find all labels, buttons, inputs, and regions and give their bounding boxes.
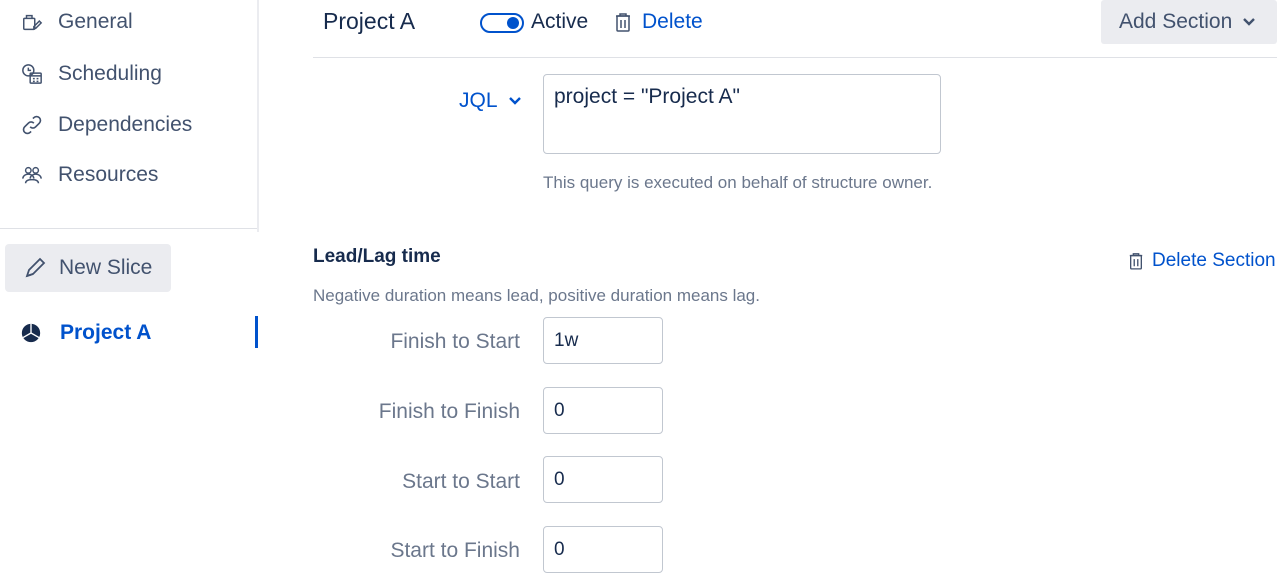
delete-slice-link[interactable]: Delete xyxy=(614,10,703,34)
chevron-down-icon xyxy=(1242,17,1256,27)
resources-icon xyxy=(20,163,44,187)
section-title: Lead/Lag time xyxy=(313,246,441,267)
active-toggle-label: Active xyxy=(531,10,589,33)
query-mode-dropdown[interactable]: JQL xyxy=(459,89,522,113)
header-divider xyxy=(313,57,1277,58)
slice-item-label: Project A xyxy=(60,321,152,344)
scheduling-icon xyxy=(20,62,44,86)
new-slice-label: New Slice xyxy=(59,256,153,279)
sidebar-item-label: Resources xyxy=(58,163,159,186)
add-section-label: Add Section xyxy=(1119,10,1233,33)
finish-to-finish-input[interactable] xyxy=(543,387,663,434)
page-title: Project A xyxy=(323,8,416,34)
active-indicator xyxy=(255,316,258,348)
finish-to-start-label: Finish to Start xyxy=(390,330,520,353)
sidebar-item-dependencies[interactable]: Dependencies xyxy=(20,110,192,140)
finish-to-start-input[interactable] xyxy=(543,317,663,364)
query-mode-label: JQL xyxy=(459,89,498,112)
start-to-finish-input[interactable] xyxy=(543,526,663,573)
sidebar-item-general[interactable]: General xyxy=(20,7,133,37)
sidebar-item-resources[interactable]: Resources xyxy=(20,160,158,190)
link-icon xyxy=(20,113,44,137)
delete-label: Delete xyxy=(642,10,703,33)
active-toggle[interactable] xyxy=(480,13,524,33)
jql-query-input[interactable]: project = "Project A" xyxy=(543,74,941,154)
sidebar-divider xyxy=(0,228,258,229)
trash-icon xyxy=(1128,252,1144,270)
general-icon xyxy=(20,10,44,34)
delete-section-label: Delete Section xyxy=(1152,250,1276,271)
chevron-down-icon xyxy=(508,96,522,106)
start-to-finish-label: Start to Finish xyxy=(390,539,520,562)
sidebar-item-label: Dependencies xyxy=(58,113,193,136)
pencil-icon xyxy=(23,256,47,280)
sidebar-border xyxy=(257,0,259,232)
slice-item-project-a[interactable]: Project A xyxy=(20,318,151,348)
delete-section-link[interactable]: Delete Section xyxy=(1128,250,1276,272)
sidebar: General Scheduling Dependencies Resource… xyxy=(0,0,258,574)
add-section-button[interactable]: Add Section xyxy=(1101,0,1277,44)
section-description: Negative duration means lead, positive d… xyxy=(313,286,760,305)
toggle-knob xyxy=(507,17,519,29)
trash-icon xyxy=(614,12,632,32)
sidebar-item-label: General xyxy=(58,10,133,33)
start-to-start-input[interactable] xyxy=(543,456,663,503)
sidebar-item-label: Scheduling xyxy=(58,62,162,85)
new-slice-button[interactable]: New Slice xyxy=(5,244,171,292)
jql-help-text: This query is executed on behalf of stru… xyxy=(543,173,933,192)
sidebar-item-scheduling[interactable]: Scheduling xyxy=(20,59,162,89)
pie-chart-icon xyxy=(20,322,42,344)
finish-to-finish-label: Finish to Finish xyxy=(378,400,520,423)
start-to-start-label: Start to Start xyxy=(402,470,520,493)
